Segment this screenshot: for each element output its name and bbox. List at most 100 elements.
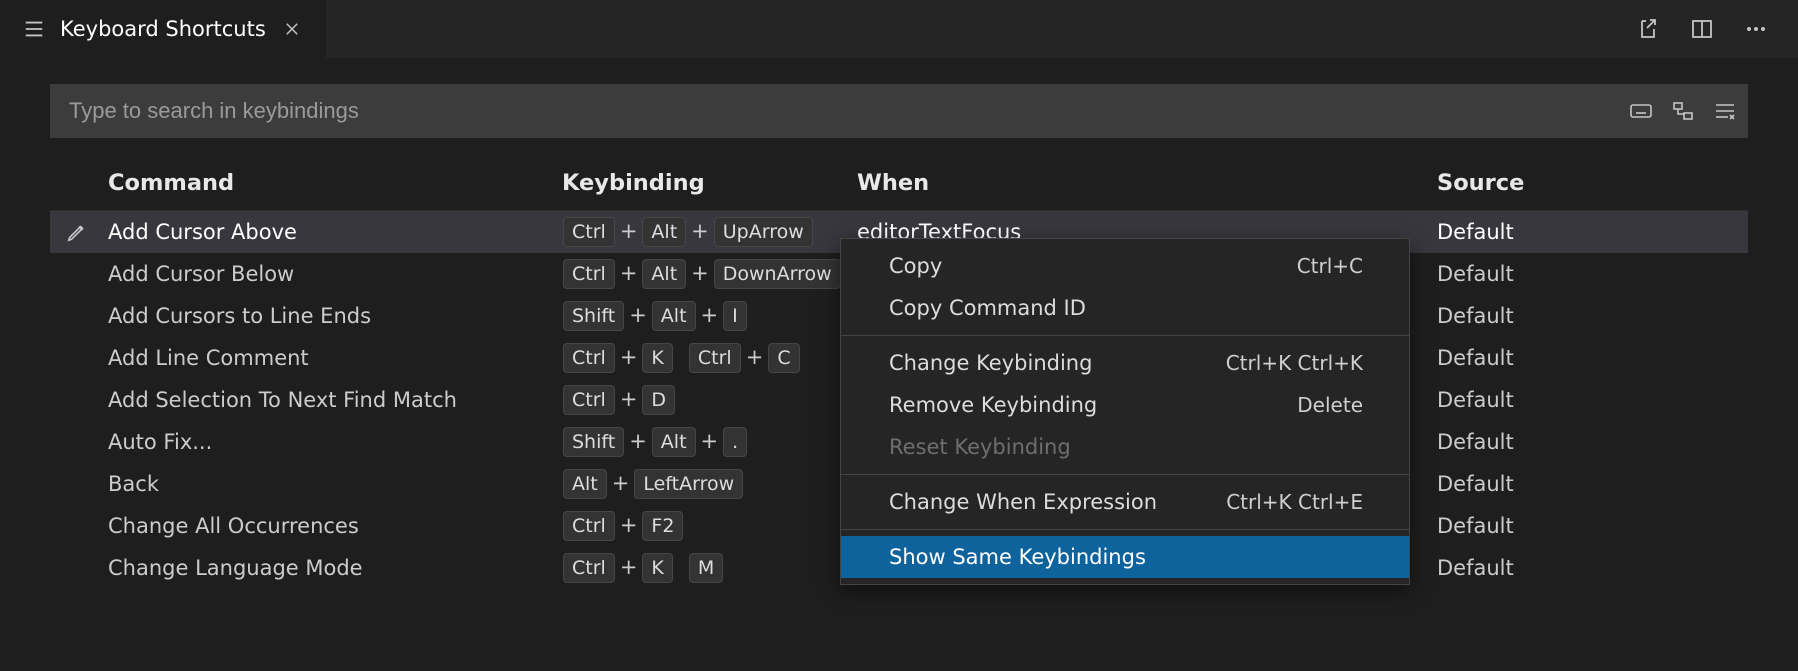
menu-separator [841,529,1409,530]
menu-item-label: Copy [889,254,942,278]
record-keys-icon[interactable] [1627,97,1655,125]
keybinding-cell: Ctrl+Alt+DownArrow [550,253,845,295]
source-cell: Default [1425,211,1748,253]
key-cap: Shift [563,427,624,457]
key-cap: . [723,427,747,457]
key-cap: Alt [652,301,696,331]
source-cell: Default [1425,379,1748,421]
command-label: Change Language Mode [108,556,363,580]
key-cap: D [642,385,675,415]
col-when[interactable]: When [845,156,1425,211]
source-cell: Default [1425,505,1748,547]
source-cell: Default [1425,337,1748,379]
menu-item-accelerator: Ctrl+K Ctrl+E [1226,490,1363,514]
plus-separator: + [625,429,651,453]
keybinding-cell: Ctrl+KM [550,547,845,589]
plus-separator: + [742,345,768,369]
plus-separator: + [697,303,723,327]
menu-item-label: Remove Keybinding [889,393,1097,417]
editor-actions [1606,0,1798,58]
menu-item[interactable]: Copy Command ID [841,287,1409,329]
sort-precedence-icon[interactable] [1669,97,1697,125]
plus-separator: + [687,261,713,285]
key-cap: DownArrow [714,259,841,289]
clear-search-icon[interactable] [1711,97,1739,125]
col-command[interactable]: Command [50,156,550,211]
menu-item-label: Copy Command ID [889,296,1086,320]
menu-item-label: Change When Expression [889,490,1157,514]
split-editor-icon[interactable] [1688,15,1716,43]
tab-keyboard-shortcuts[interactable]: Keyboard Shortcuts [0,0,327,58]
menu-item-label: Change Keybinding [889,351,1092,375]
menu-separator [841,335,1409,336]
source-cell: Default [1425,421,1748,463]
plus-separator: + [697,429,723,453]
key-cap: Alt [563,469,607,499]
keybinding-cell: Ctrl+D [550,379,845,421]
key-cap: UpArrow [714,217,813,247]
more-actions-icon[interactable] [1742,15,1770,43]
plus-separator: + [687,219,713,243]
keybindings-search [50,84,1748,138]
close-icon[interactable] [280,17,304,41]
keybinding-cell: Shift+Alt+I [550,295,845,337]
command-label: Add Cursor Below [108,262,294,286]
key-cap: K [642,343,672,373]
keybinding-cell: Ctrl+F2 [550,505,845,547]
key-cap: Ctrl [689,343,741,373]
col-keybinding[interactable]: Keybinding [550,156,845,211]
plus-separator: + [608,471,634,495]
key-cap: Ctrl [563,217,615,247]
key-cap: F2 [642,511,683,541]
col-source[interactable]: Source [1425,156,1748,211]
command-label: Back [108,472,159,496]
command-label: Change All Occurrences [108,514,359,538]
tab-bar: Keyboard Shortcuts [0,0,1798,58]
menu-item[interactable]: Change When Expression Ctrl+K Ctrl+E [841,481,1409,523]
menu-item[interactable]: Show Same Keybindings [841,536,1409,578]
plus-separator: + [616,555,642,579]
key-cap: K [642,553,672,583]
source-cell: Default [1425,463,1748,505]
plus-separator: + [616,261,642,285]
key-cap: C [768,343,799,373]
keybinding-cell: Shift+Alt+. [550,421,845,463]
tab-title: Keyboard Shortcuts [60,17,266,41]
plus-separator: + [616,387,642,411]
plus-separator: + [616,345,642,369]
menu-item-label: Reset Keybinding [889,435,1071,459]
menu-item-accelerator: Ctrl+C [1297,254,1363,278]
menu-item[interactable]: Copy Ctrl+C [841,245,1409,287]
menu-item-accelerator: Delete [1297,393,1363,417]
keybinding-cell: Alt+LeftArrow [550,463,845,505]
key-cap: Ctrl [563,259,615,289]
key-cap: M [689,553,723,583]
plus-separator: + [616,513,642,537]
menu-item[interactable]: Remove Keybinding Delete [841,384,1409,426]
menu-item-accelerator: Ctrl+K Ctrl+K [1226,351,1363,375]
keybinding-cell: Ctrl+Alt+UpArrow [550,211,845,253]
search-input[interactable] [69,98,1627,124]
key-cap: I [723,301,747,331]
key-cap: Ctrl [563,553,615,583]
key-cap: LeftArrow [634,469,743,499]
source-cell: Default [1425,547,1748,589]
menu-separator [841,474,1409,475]
command-label: Add Line Comment [108,346,309,370]
edit-keybinding-icon[interactable] [64,219,90,245]
command-label: Add Cursors to Line Ends [108,304,371,328]
key-cap: Ctrl [563,343,615,373]
plus-separator: + [616,219,642,243]
command-label: Add Cursor Above [108,220,297,244]
source-cell: Default [1425,295,1748,337]
open-keybindings-json-icon[interactable] [1634,15,1662,43]
key-cap: Alt [652,427,696,457]
context-menu: Copy Ctrl+C Copy Command ID Change Keybindi… [840,238,1410,585]
menu-item[interactable]: Change Keybinding Ctrl+K Ctrl+K [841,342,1409,384]
menu-item-label: Show Same Keybindings [889,545,1146,569]
plus-separator: + [625,303,651,327]
key-cap: Ctrl [563,511,615,541]
source-cell: Default [1425,253,1748,295]
keybinding-cell: Ctrl+KCtrl+C [550,337,845,379]
key-cap: Alt [642,217,686,247]
